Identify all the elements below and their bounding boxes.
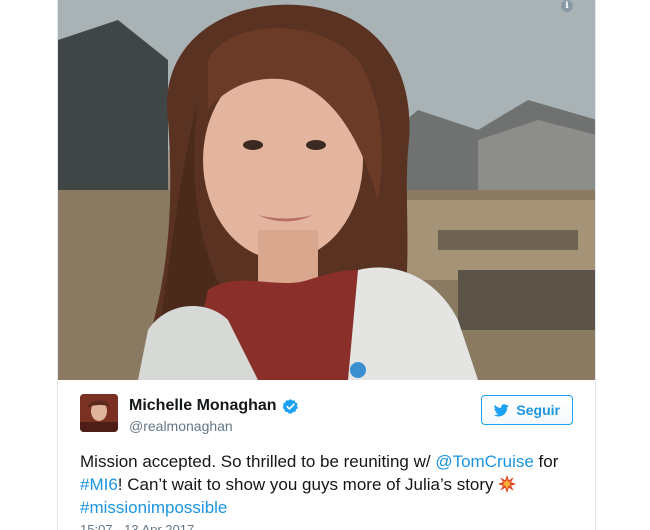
follow-label: Seguir [516,402,560,418]
tweet-header: Michelle Monaghan @realmonaghan Seguir [80,394,573,438]
tweet-text: Mission accepted. So thrilled to be reun… [80,450,577,519]
avatar-image [80,394,118,432]
tweet-text-part2: for [533,452,559,471]
follow-button[interactable]: Seguir [481,395,573,425]
info-icon[interactable]: i [561,0,573,12]
mention-link[interactable]: @TomCruise [435,452,534,471]
avatar[interactable] [80,394,118,432]
tweet-card: i Michelle Monaghan @realmonaghan Seguir… [57,0,596,530]
author-names: Michelle Monaghan @realmonaghan [129,396,299,435]
hashtag-link-mi6[interactable]: #MI6 [80,475,118,494]
collision-emoji [498,475,517,493]
tweet-text-part3: ! Can’t wait to show you guys more of Ju… [117,475,499,494]
twitter-bird-icon [494,403,510,416]
author-display-name[interactable]: Michelle Monaghan [129,396,299,416]
tweet-text-part1: Mission accepted. So thrilled to be reun… [80,452,436,471]
author-name-text: Michelle Monaghan [129,397,277,414]
photo-illustration [58,0,595,380]
hashtag-link-missionimpossible[interactable]: #missionimpossible [80,498,227,517]
author-handle[interactable]: @realmonaghan [129,417,299,435]
tweet-photo[interactable]: i [58,0,595,380]
verified-badge-icon [282,398,298,414]
tweet-timestamp[interactable]: 15:07 - 13 Apr 2017 [80,522,194,530]
